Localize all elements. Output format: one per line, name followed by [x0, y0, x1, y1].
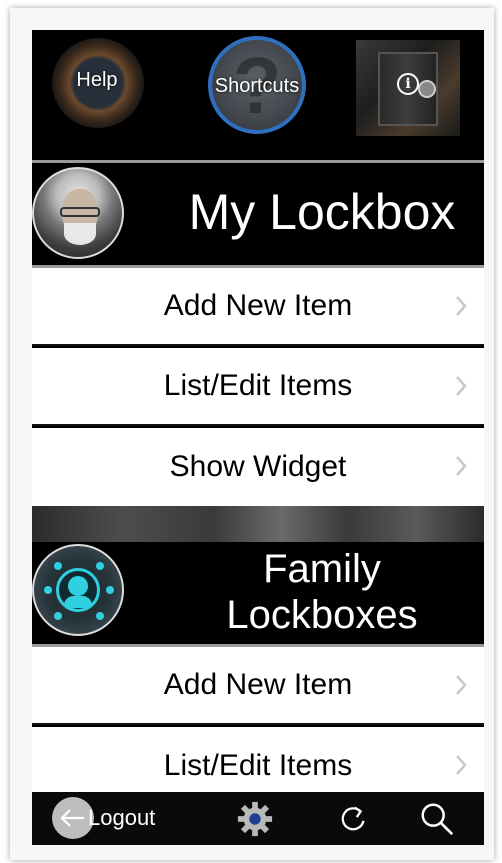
gear-icon[interactable] [236, 800, 274, 838]
my-lockbox-header: My Lockbox [32, 163, 484, 265]
chevron-right-icon [456, 376, 467, 396]
avatar-beard [64, 223, 96, 245]
logout-button[interactable]: Logout [52, 796, 155, 840]
family-add-new-item-row[interactable]: Add New Item [32, 647, 484, 725]
family-dot [54, 562, 62, 570]
help-button[interactable]: Help [46, 30, 148, 138]
search-icon[interactable] [418, 800, 456, 838]
family-dot [96, 612, 104, 620]
my-lockbox-title: My Lockbox [188, 184, 456, 240]
bottom-toolbar: Logout [32, 792, 484, 845]
chevron-right-icon [456, 675, 467, 695]
safe-dial-icon [418, 80, 436, 98]
family-lockboxes-title: Family Lockboxes [182, 546, 462, 638]
family-title-line1: Family [263, 547, 381, 591]
refresh-icon[interactable] [334, 800, 372, 838]
family-person-head [68, 576, 88, 596]
family-person-body [64, 596, 92, 608]
family-dot [96, 562, 104, 570]
user-avatar[interactable] [32, 167, 124, 259]
row-label: Add New Item [163, 668, 353, 701]
family-dot [106, 586, 114, 594]
avatar-glasses [60, 207, 100, 217]
info-button[interactable]: i [356, 30, 460, 138]
shortcuts-label: Shortcuts [214, 74, 300, 97]
show-widget-row[interactable]: Show Widget [32, 428, 484, 506]
logout-label: Logout [88, 805, 156, 830]
chevron-right-icon [456, 456, 467, 476]
info-icon: i [397, 73, 419, 95]
shortcuts-button[interactable]: ? Shortcuts [202, 30, 312, 138]
my-list-edit-items-row[interactable]: List/Edit Items [32, 348, 484, 426]
lockers-image-band [32, 506, 484, 542]
chevron-right-icon [456, 755, 467, 775]
my-add-new-item-row[interactable]: Add New Item [32, 268, 484, 346]
family-dot [44, 586, 52, 594]
row-label: List/Edit Items [163, 369, 353, 402]
family-lockboxes-header: Family Lockboxes [32, 542, 484, 644]
row-label: List/Edit Items [163, 749, 353, 782]
top-toolbar: Help ? Shortcuts i [32, 30, 484, 160]
app-screen: Help ? Shortcuts i My Lockbox Add New It… [32, 30, 484, 845]
chevron-right-icon [456, 296, 467, 316]
family-title-line2: Lockboxes [226, 593, 418, 637]
family-dot [54, 612, 62, 620]
row-label: Show Widget [169, 450, 347, 483]
help-label: Help [76, 68, 118, 91]
family-avatar-icon[interactable] [32, 544, 124, 636]
row-label: Add New Item [163, 289, 353, 322]
